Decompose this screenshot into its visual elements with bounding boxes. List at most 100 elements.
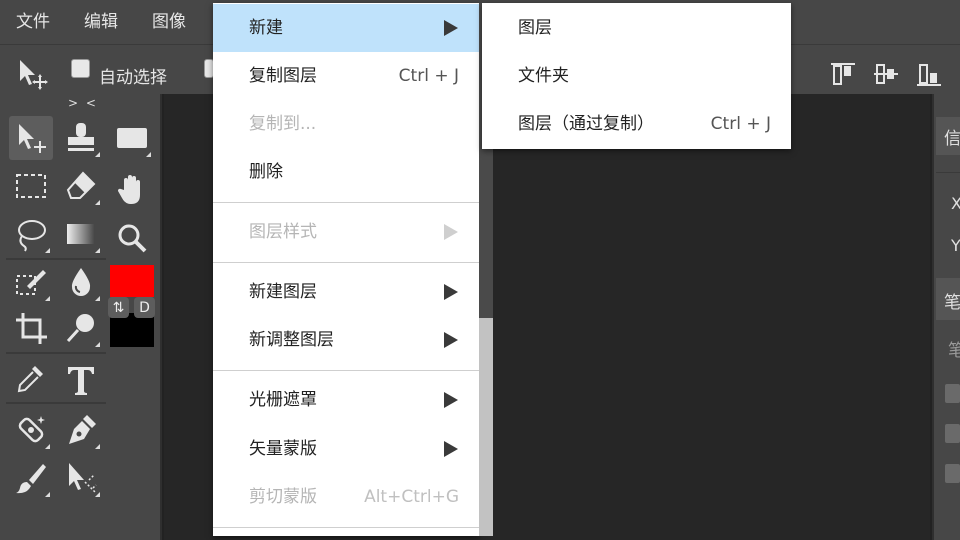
submenu-item-layer-via-copy[interactable]: 图层（通过复制） Ctrl + J (482, 100, 791, 148)
brush-panel-tab-label: 笔 (944, 293, 960, 313)
menu-item-shortcut: Ctrl + J (398, 66, 459, 86)
type-tool[interactable] (59, 358, 103, 402)
align-top-icon[interactable] (829, 61, 857, 87)
menu-separator (213, 202, 479, 203)
pen-tool[interactable] (59, 408, 103, 452)
move-icon (19, 124, 46, 153)
eraser-icon (66, 171, 96, 199)
eraser-tool[interactable] (59, 164, 103, 208)
align-bottom-icon[interactable] (915, 61, 943, 87)
stamp-icon (68, 123, 94, 151)
panel-checkbox-1[interactable] (945, 384, 960, 403)
quick-select-icon (16, 270, 46, 295)
shape-tool[interactable] (110, 116, 154, 160)
path-select-icon (69, 463, 97, 493)
rectangle-icon (117, 128, 147, 148)
gradient-icon (67, 224, 95, 244)
toolbox-collapse-button[interactable]: > < (68, 96, 98, 110)
menu-item-raster-mask[interactable]: 光栅遮罩 (213, 376, 479, 424)
swap-colors-button[interactable]: ⇅ (108, 297, 129, 318)
auto-select-checkbox[interactable] (71, 59, 90, 78)
marquee-icon (16, 174, 46, 198)
menu-item-delete[interactable]: 删除 (213, 148, 479, 196)
healing-brush-tool[interactable] (9, 408, 53, 452)
path-select-tool[interactable] (59, 456, 103, 500)
auto-select-label: 自动选择 (99, 68, 167, 88)
menu-item-shortcut: Alt+Ctrl+G (364, 487, 459, 507)
submenu-item-label: 图层（通过复制） (518, 114, 654, 134)
dodge-icon (66, 314, 94, 343)
menu-item-label: 新建图层 (249, 282, 317, 302)
crop-icon (16, 313, 47, 344)
quick-select-tool[interactable] (9, 260, 53, 304)
menu-item-clipping-mask: 剪切蒙版 Alt+Ctrl+G (213, 473, 479, 521)
menu-item-label: 复制图层 (249, 66, 317, 86)
foreground-color-swatch[interactable] (110, 265, 154, 297)
menu-item-duplicate-layer[interactable]: 复制图层 Ctrl + J (213, 52, 479, 100)
panel-checkbox-3[interactable] (945, 464, 960, 483)
menu-item-label: 光栅遮罩 (249, 390, 317, 410)
submenu-arrow-icon (444, 332, 458, 348)
submenu-arrow-icon (444, 441, 458, 457)
stamp-tool[interactable] (59, 116, 103, 160)
menu-item-new-layer[interactable]: 新建图层 (213, 268, 479, 316)
menu-separator (213, 370, 479, 371)
menu-separator (213, 527, 479, 528)
menu-edit[interactable]: 编辑 (70, 0, 132, 44)
bandage-icon (18, 416, 45, 443)
menu-item-label: 新建 (249, 18, 283, 38)
menu-item-label: 删除 (249, 162, 283, 182)
eyedropper-tool[interactable] (9, 356, 53, 400)
menu-item-new-adjustment-layer[interactable]: 新调整图层 (213, 316, 479, 364)
submenu-arrow-icon (444, 392, 458, 408)
crop-tool[interactable] (9, 306, 53, 350)
submenu-arrow-icon (444, 284, 458, 300)
menu-item-label: 图层样式 (249, 222, 317, 242)
menu-scrollbar-thumb[interactable] (479, 318, 493, 536)
menu-item-label: 矢量蒙版 (249, 439, 317, 459)
submenu-item-label: 文件夹 (518, 66, 569, 86)
align-vertical-center-icon[interactable] (872, 61, 900, 87)
new-submenu: 图层 文件夹 图层（通过复制） Ctrl + J (482, 3, 791, 149)
menu-item-label: 新调整图层 (249, 330, 334, 350)
menu-file[interactable]: 文件 (2, 0, 64, 44)
zoom-tool[interactable] (110, 216, 154, 260)
menu-image[interactable]: 图像 (138, 0, 200, 44)
menu-item-new[interactable]: 新建 (213, 4, 479, 52)
submenu-arrow-icon (444, 20, 458, 36)
default-colors-button[interactable]: D (134, 297, 155, 318)
move-tool[interactable] (9, 116, 53, 160)
info-tab-label: 信 (944, 129, 960, 149)
background-color-swatch[interactable] (110, 313, 154, 347)
marquee-tool[interactable] (9, 164, 53, 208)
menu-item-label: 剪切蒙版 (249, 487, 317, 507)
menu-separator (213, 262, 479, 263)
submenu-arrow-icon (444, 224, 458, 240)
submenu-item-label: 图层 (518, 18, 552, 38)
brush-sub-label: 笔 (948, 341, 960, 361)
y-label: Y (951, 236, 960, 255)
gradient-tool[interactable] (59, 212, 103, 256)
hand-tool[interactable] (110, 168, 154, 212)
brush-tool[interactable] (9, 456, 53, 500)
zoom-icon (118, 224, 147, 253)
dodge-tool[interactable] (59, 306, 103, 350)
menu-item-vector-mask[interactable]: 矢量蒙版 (213, 425, 479, 473)
brush-icon (16, 464, 46, 494)
menu-item-duplicate-to: 复制到... (213, 100, 479, 148)
eyedropper-icon (17, 366, 43, 393)
move-tool-icon[interactable] (16, 57, 50, 95)
hand-icon (117, 175, 140, 204)
panel-checkbox-2[interactable] (945, 424, 960, 443)
menu-item-layer-style: 图层样式 (213, 208, 479, 256)
submenu-item-layer[interactable]: 图层 (482, 4, 791, 52)
layer-context-menu: 新建 复制图层 Ctrl + J 复制到... 删除 图层样式 新建图层 新调整… (213, 3, 479, 536)
submenu-item-folder[interactable]: 文件夹 (482, 52, 791, 100)
blur-tool[interactable] (59, 260, 103, 304)
drop-icon (71, 268, 91, 296)
lasso-tool[interactable] (9, 212, 53, 256)
pen-icon (69, 415, 96, 444)
lasso-icon (18, 220, 46, 252)
text-icon (68, 367, 94, 395)
submenu-item-shortcut: Ctrl + J (710, 114, 771, 134)
